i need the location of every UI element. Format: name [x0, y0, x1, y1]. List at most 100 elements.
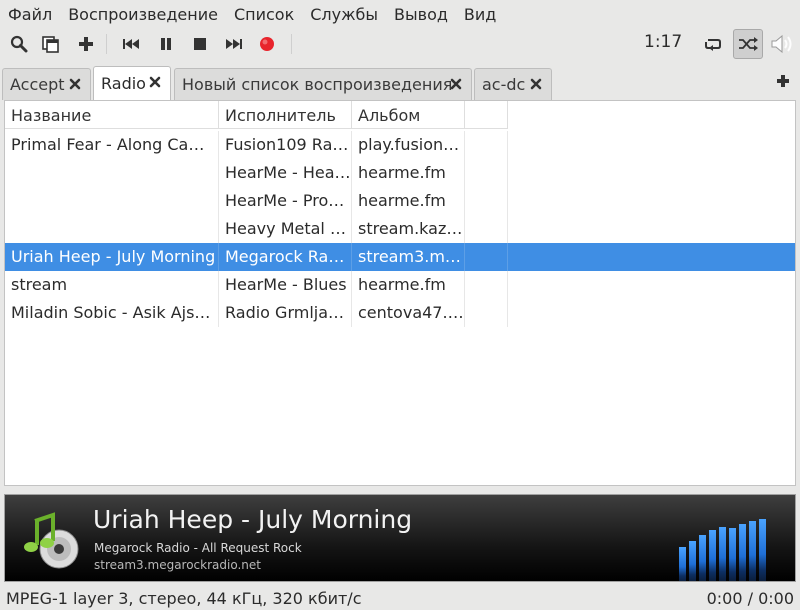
tab-label: Radio [101, 74, 146, 93]
record-button[interactable] [253, 30, 281, 58]
column-header-extra[interactable] [465, 101, 508, 129]
previous-icon [123, 39, 139, 49]
now-playing-panel: Uriah Heep - July Morning Megarock Radio… [4, 494, 796, 582]
repeat-button[interactable] [699, 30, 727, 58]
menu-output[interactable]: Вывод [394, 5, 448, 24]
close-icon[interactable] [68, 77, 82, 91]
add-button[interactable] [72, 30, 100, 58]
visualizer-bar [749, 521, 756, 581]
now-playing-url: stream3.megarockradio.net [94, 558, 261, 572]
status-time: 0:00 / 0:00 [706, 589, 794, 608]
record-icon [260, 37, 274, 51]
playback-time: 1:17 [644, 32, 683, 52]
status-bar: MPEG-1 layer 3, стерео, 44 кГц, 320 кбит… [0, 586, 800, 610]
next-button[interactable] [220, 30, 248, 58]
cell-album: hearme.fm [352, 187, 465, 215]
table-row-selected[interactable]: Uriah Heep - July Morning Megarock Radio… [5, 243, 795, 271]
tab-label: Accept [10, 75, 65, 94]
next-icon [226, 39, 242, 49]
cell-album: stream3.megarockradio.net [352, 243, 465, 271]
table-row[interactable]: Primal Fear - Along Came the Devil Fusio… [5, 131, 795, 159]
add-icon [79, 37, 93, 51]
cell-artist: Fusion109 Radio [219, 131, 352, 159]
add-tab-icon[interactable] [776, 74, 790, 88]
menu-services[interactable]: Службы [310, 5, 378, 24]
table-row[interactable]: HearMe - Heavy Metal hearme.fm [5, 159, 795, 187]
shuffle-icon [739, 37, 758, 51]
toolbar: 1:17 [0, 28, 800, 60]
tab-new-playlist[interactable]: Новый список воспроизведения [174, 68, 472, 100]
playlist-tabs: Accept Radio Новый список воспроизведени… [0, 66, 800, 100]
column-header-title[interactable]: Название [5, 101, 219, 129]
cell-album: play.fusion109.com [352, 131, 465, 159]
cell-artist: HearMe - Progressive [219, 187, 352, 215]
tab-accept[interactable]: Accept [2, 68, 91, 100]
visualizer-bar [709, 530, 716, 581]
cell-album: hearme.fm [352, 159, 465, 187]
search-button[interactable] [5, 30, 33, 58]
tab-ac-dc[interactable]: ac-dc [474, 68, 552, 100]
playlist-table: Название Исполнитель Альбом Primal Fear … [4, 100, 796, 486]
cell-extra [465, 159, 508, 187]
menu-bar: Файл Воспроизведение Список Службы Вывод… [0, 0, 800, 28]
stream-info: MPEG-1 layer 3, стерео, 44 кГц, 320 кбит… [6, 589, 362, 608]
repeat-icon [705, 39, 721, 51]
cell-title: stream [5, 271, 219, 299]
cell-extra [465, 243, 508, 271]
cell-artist: Heavy Metal Radio [219, 215, 352, 243]
menu-playlist[interactable]: Список [234, 5, 294, 24]
stop-icon [194, 38, 206, 50]
column-header-album[interactable]: Альбом [352, 101, 465, 129]
tab-label: ac-dc [482, 75, 526, 94]
previous-button[interactable] [117, 30, 145, 58]
cell-title: Uriah Heep - July Morning [5, 243, 219, 271]
visualizer-bar [679, 547, 686, 581]
menu-view[interactable]: Вид [464, 5, 496, 24]
cell-title [5, 187, 219, 215]
visualizer-bar [699, 535, 706, 581]
cell-artist: HearMe - Heavy Metal [219, 159, 352, 187]
search-icon [10, 35, 28, 53]
cell-extra [465, 187, 508, 215]
menu-file[interactable]: Файл [8, 5, 52, 24]
table-row[interactable]: stream HearMe - Blues hearme.fm [5, 271, 795, 299]
pause-icon [161, 38, 171, 50]
volume-button[interactable] [768, 30, 796, 58]
cell-title: Primal Fear - Along Came the Devil [5, 131, 219, 159]
cell-extra [465, 131, 508, 159]
menu-playback[interactable]: Воспроизведение [68, 5, 218, 24]
close-icon[interactable] [449, 77, 463, 91]
cell-title [5, 215, 219, 243]
now-playing-station: Megarock Radio - All Request Rock [94, 541, 302, 555]
cell-album: centova47.instainternet.com [352, 299, 465, 327]
table-row[interactable]: HearMe - Progressive hearme.fm [5, 187, 795, 215]
visualizer-bar [689, 541, 696, 581]
now-playing-title: Uriah Heep - July Morning [93, 505, 413, 534]
volume-icon [771, 34, 792, 54]
cell-album: stream.kazmetal.com [352, 215, 465, 243]
tab-radio[interactable]: Radio [93, 66, 171, 100]
pause-button[interactable] [152, 30, 180, 58]
stop-button[interactable] [186, 30, 214, 58]
tab-label: Новый список воспроизведения [182, 75, 453, 94]
cell-album: hearme.fm [352, 271, 465, 299]
visualizer-bar [759, 519, 766, 581]
audio-visualizer [679, 513, 775, 581]
close-icon[interactable] [148, 75, 162, 89]
cell-artist: Megarock Radio [219, 243, 352, 271]
cell-extra [465, 271, 508, 299]
cell-title: Miladin Sobic - Asik Ajsa Tekla [5, 299, 219, 327]
visualizer-bar [739, 524, 746, 581]
cell-artist: HearMe - Blues [219, 271, 352, 299]
column-header-artist[interactable]: Исполнитель [219, 101, 352, 129]
table-row[interactable]: Heavy Metal Radio stream.kazmetal.com [5, 215, 795, 243]
cell-artist: Radio Grmljavina [219, 299, 352, 327]
shuffle-button[interactable] [733, 29, 763, 59]
copy-button[interactable] [37, 30, 65, 58]
cell-extra [465, 215, 508, 243]
toolbar-separator [106, 34, 107, 54]
close-icon[interactable] [529, 77, 543, 91]
cell-extra [465, 299, 508, 327]
cell-title [5, 159, 219, 187]
table-row[interactable]: Miladin Sobic - Asik Ajsa Tekla Radio Gr… [5, 299, 795, 327]
